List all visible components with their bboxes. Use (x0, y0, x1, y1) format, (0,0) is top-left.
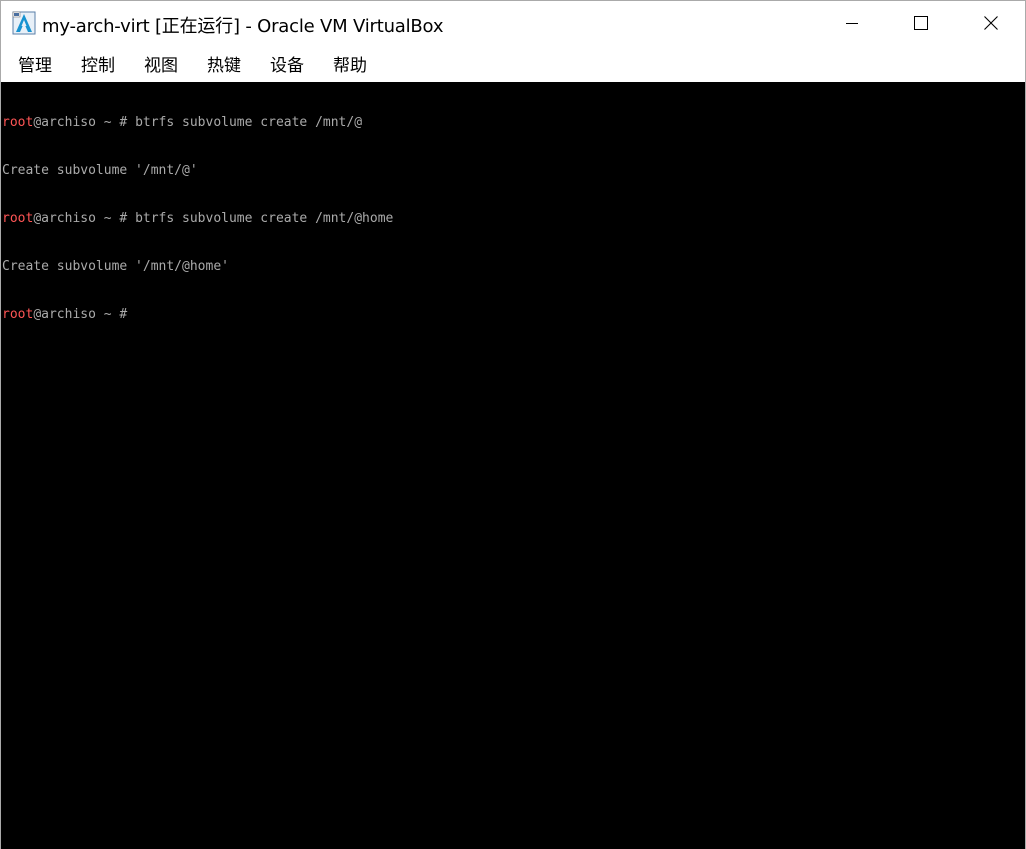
title-bar[interactable]: my-arch-virt [正在运行] - Oracle VM VirtualB… (1, 1, 1025, 45)
menu-item-control[interactable]: 控制 (71, 47, 125, 80)
virtualbox-arch-icon (12, 11, 36, 35)
console-output: Create subvolume '/mnt/@' (2, 163, 198, 178)
prompt-command: btrfs subvolume create /mnt/@ (135, 115, 363, 130)
prompt-user: root (2, 211, 34, 226)
close-button[interactable] (957, 1, 1025, 45)
close-icon (983, 15, 999, 31)
menu-item-hotkeys[interactable]: 热键 (197, 47, 251, 80)
console-line: root@archiso ~ # (2, 307, 393, 323)
console-line: Create subvolume '/mnt/@home' (2, 259, 393, 275)
maximize-icon (913, 15, 929, 31)
console-line: root@archiso ~ # btrfs subvolume create … (2, 211, 393, 227)
menu-item-view[interactable]: 视图 (134, 47, 188, 80)
menu-item-devices[interactable]: 设备 (260, 47, 314, 80)
vm-console-screen[interactable]: root@archiso ~ # btrfs subvolume create … (1, 82, 1025, 849)
minimize-icon (844, 15, 860, 31)
virtualbox-window: my-arch-virt [正在运行] - Oracle VM VirtualB… (0, 0, 1026, 849)
prompt-user: root (2, 307, 34, 322)
prompt-host: @archiso ~ # (33, 307, 136, 322)
prompt-host: @archiso ~ # (33, 115, 136, 130)
console-output: Create subvolume '/mnt/@home' (2, 259, 229, 274)
prompt-user: root (2, 115, 34, 130)
console-line: Create subvolume '/mnt/@' (2, 163, 393, 179)
prompt-command: btrfs subvolume create /mnt/@home (135, 211, 394, 226)
menu-bar: 管理 控制 视图 热键 设备 帮助 (1, 45, 1025, 82)
minimize-button[interactable] (818, 1, 886, 45)
console-text: root@archiso ~ # btrfs subvolume create … (2, 83, 393, 355)
console-line: root@archiso ~ # btrfs subvolume create … (2, 115, 393, 131)
menu-item-help[interactable]: 帮助 (323, 47, 377, 80)
prompt-host: @archiso ~ # (33, 211, 136, 226)
maximize-button[interactable] (887, 1, 955, 45)
window-title: my-arch-virt [正在运行] - Oracle VM VirtualB… (42, 16, 444, 37)
menu-item-manage[interactable]: 管理 (8, 47, 62, 80)
